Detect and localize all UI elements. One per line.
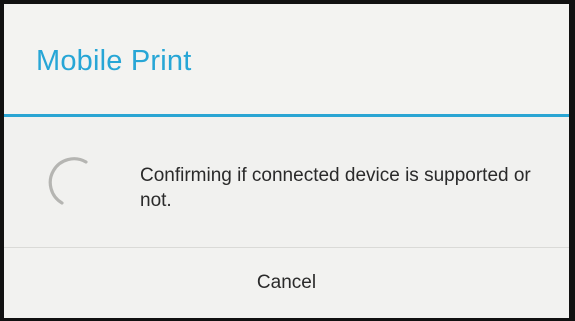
- loading-spinner-icon: [48, 157, 88, 205]
- dialog-footer: Cancel: [4, 248, 569, 318]
- dialog-message: Confirming if connected device is suppor…: [140, 165, 531, 211]
- dialog-body: Confirming if connected device is suppor…: [4, 117, 569, 247]
- dialog-frame: Mobile Print Confirming if connected dev…: [0, 0, 575, 321]
- cancel-button[interactable]: Cancel: [4, 248, 569, 318]
- dialog-header: Mobile Print: [4, 4, 569, 114]
- dialog-title: Mobile Print: [36, 45, 192, 77]
